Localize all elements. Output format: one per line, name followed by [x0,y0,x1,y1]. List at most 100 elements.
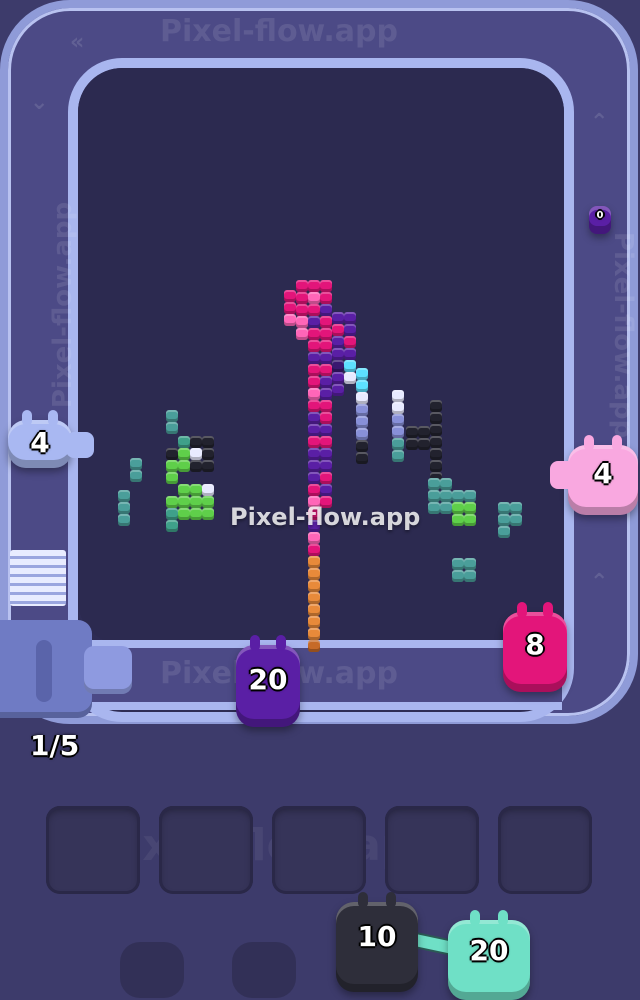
pixel-block [440,490,452,502]
waiting-pig-black[interactable]: 10 [336,892,418,992]
waiting-slot-4[interactable] [385,806,479,894]
pixel-block [296,280,308,292]
pixel-block [320,484,332,496]
pixel-block [406,438,418,450]
pixel-block [308,592,320,604]
pixel-block [320,472,332,484]
pixel-block [178,484,190,496]
pixel-block [440,478,452,490]
pixel-block [190,460,202,472]
pixel-block [190,496,202,508]
pixel-block [308,436,320,448]
pixel-block [332,324,344,336]
pixel-block [166,472,178,484]
pixel-block [166,422,178,434]
pixel-block [464,514,476,526]
pixel-block [452,570,464,582]
pixel-block [464,502,476,514]
pixel-block [428,490,440,502]
waiting-slot-5[interactable] [498,806,592,894]
pixel-block [510,502,522,514]
pixel-block [284,302,296,314]
pixel-block [308,604,320,616]
pixel-block [320,364,332,376]
pixel-block [308,412,320,424]
pixel-block [308,424,320,436]
pixel-block [308,628,320,640]
pixel-block [344,348,356,360]
pixel-block [166,508,178,520]
pixel-block [320,448,332,460]
pixel-block [356,452,368,464]
pixel-block [320,424,332,436]
pixel-block [430,460,442,472]
pixel-block [392,426,404,438]
pixel-block [332,312,344,324]
shooter-pig-right[interactable]: 4 [550,435,638,515]
pixel-block [428,478,440,490]
pixel-block [296,328,308,340]
pixel-block [406,426,418,438]
pixel-block [344,312,356,324]
pixel-block [428,502,440,514]
pixel-block [308,388,320,400]
watermark-center: Pixel-flow.app [230,503,421,531]
waiting-slot-2[interactable] [159,806,253,894]
shooter-pig-magenta[interactable]: 8 [503,602,567,692]
pixel-block [308,568,320,580]
pixel-block [452,502,464,514]
pixel-block [356,440,368,452]
pixel-block [308,616,320,628]
pixel-block [308,484,320,496]
pixel-block [418,438,430,450]
pixel-block [166,520,178,532]
pixel-block [332,336,344,348]
pixel-block [320,412,332,424]
pixel-block [190,436,202,448]
pixel-block [452,490,464,502]
pixel-block [166,448,178,460]
pixel-block [320,340,332,352]
pixel-block [202,460,214,472]
pixel-block [202,508,214,520]
pixel-block [178,448,190,460]
waiting-slot-3[interactable] [272,806,366,894]
pixel-block [308,280,320,292]
tiny-shooter-pig[interactable]: 0 [589,206,611,234]
pixel-block [308,448,320,460]
pixel-block [202,436,214,448]
pixel-block [344,336,356,348]
pixel-block [498,526,510,538]
pixel-block [392,390,404,402]
pixel-block [320,460,332,472]
pixel-block [320,388,332,400]
pixel-block [332,348,344,360]
pixel-block [320,328,332,340]
pixel-block [320,316,332,328]
pixel-block [308,544,320,556]
pixel-block [332,372,344,384]
pixel-block [392,438,404,450]
pixel-block [178,508,190,520]
pixel-block [166,410,178,422]
pixel-block [430,448,442,460]
pixel-block [320,304,332,316]
pixel-block [308,376,320,388]
pixel-block [166,460,178,472]
pixel-block [356,368,368,380]
pixel-block [332,384,344,396]
pixel-block [284,290,296,302]
pixel-block [510,514,522,526]
pixel-block [418,426,430,438]
waiting-pig-teal[interactable]: 20 [448,910,530,1000]
pixel-block [392,414,404,426]
pixel-block [202,484,214,496]
pixel-block [430,400,442,412]
pixel-block [308,400,320,412]
pixel-block [178,460,190,472]
waiting-slot-1[interactable] [46,806,140,894]
shooter-pig-left[interactable]: 4 [8,410,94,468]
pixel-block [392,402,404,414]
pixel-block [308,460,320,472]
shooter-pig-purple[interactable]: 20 [236,635,300,727]
